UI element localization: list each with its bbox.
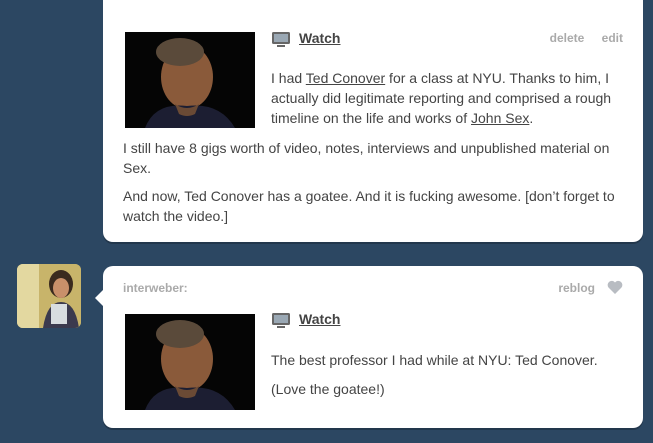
caption-text: I had — [271, 70, 306, 86]
tv-icon — [272, 32, 290, 47]
avatar[interactable] — [17, 264, 81, 328]
post-card: Watch delete edit I had Ted Conover for … — [103, 0, 643, 242]
heart-icon[interactable] — [607, 280, 623, 294]
reblog-button[interactable]: reblog — [558, 281, 595, 295]
video-thumbnail[interactable] — [125, 32, 255, 128]
john-sex-link[interactable]: John Sex — [471, 110, 529, 126]
post-controls: delete edit — [536, 31, 623, 45]
video-frame-image — [125, 32, 255, 128]
video-thumbnail[interactable] — [125, 314, 255, 410]
avatar-image — [17, 264, 81, 328]
post-paragraph: And now, Ted Conover has a goatee. And i… — [123, 188, 615, 224]
post-caption: I had Ted Conover for a class at NYU. Th… — [271, 68, 621, 128]
post-paragraph: (Love the goatee!) — [271, 381, 385, 397]
post-paragraph: The best professor I had while at NYU: T… — [271, 352, 598, 368]
caption-text: . — [529, 110, 534, 126]
reblog-username[interactable]: interweber: — [123, 281, 188, 295]
post-paragraph: I still have 8 gigs worth of video, note… — [123, 140, 610, 176]
edit-button[interactable]: edit — [602, 31, 623, 45]
watch-link[interactable]: Watch — [299, 30, 340, 46]
tv-icon — [272, 313, 290, 328]
ted-conover-link[interactable]: Ted Conover — [306, 70, 385, 86]
delete-button[interactable]: delete — [550, 31, 585, 45]
post-card: interweber: reblog Watch The best profes… — [103, 266, 643, 428]
watch-link[interactable]: Watch — [299, 311, 340, 327]
post-pointer-arrow — [95, 290, 103, 306]
video-frame-image — [125, 314, 255, 410]
